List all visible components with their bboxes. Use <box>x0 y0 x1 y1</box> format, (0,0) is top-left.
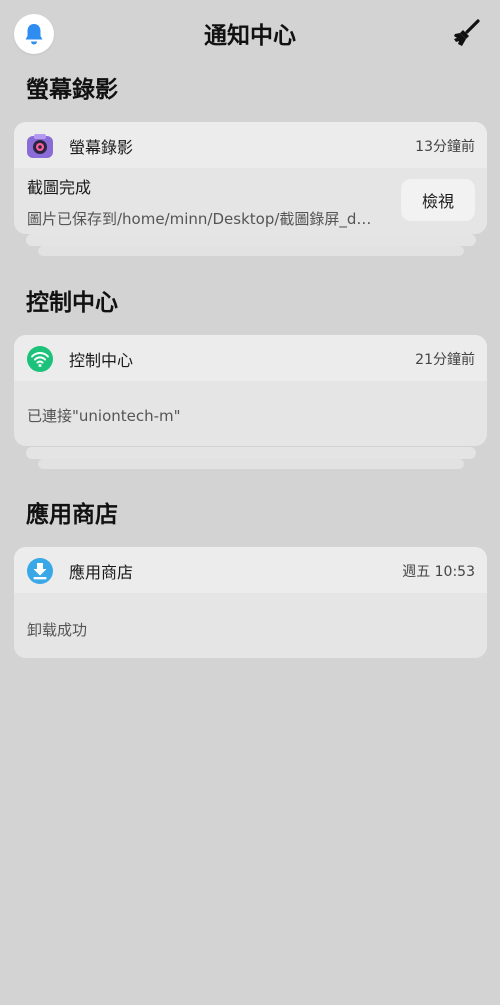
notification-time: 13分鐘前 <box>415 139 475 155</box>
app-icon <box>26 557 54 585</box>
notification-time: 週五 10:53 <box>402 564 475 580</box>
stack-layer <box>26 234 476 246</box>
app-name: 控制中心 <box>69 351 134 370</box>
notification-group-screen-recorder: 螢幕錄影 螢幕錄影 13分鐘前 截圖完成 圖片已保存到/home/minn/De… <box>0 70 500 260</box>
camera-icon <box>27 134 53 158</box>
notification-time: 21分鐘前 <box>415 352 475 368</box>
group-title: 螢幕錄影 <box>26 77 118 103</box>
notification-header: 應用商店 週五 10:53 <box>14 547 487 593</box>
app-name: 螢幕錄影 <box>69 138 134 157</box>
notification-header: 控制中心 21分鐘前 <box>14 335 487 381</box>
notification-group-app-store: 應用商店 應用商店 週五 10:53 卸载成功 <box>0 495 500 665</box>
notification-body: 卸载成功 <box>27 621 88 639</box>
clear-all-button[interactable] <box>450 16 482 52</box>
notification-card[interactable]: 控制中心 21分鐘前 已連接"uniontech-m" <box>14 335 487 446</box>
group-title: 應用商店 <box>26 502 118 528</box>
broom-icon <box>454 19 480 46</box>
wifi-icon <box>27 346 53 372</box>
stack-layer <box>38 459 464 469</box>
notification-card[interactable]: 應用商店 週五 10:53 卸载成功 <box>14 547 487 658</box>
page-title: 通知中心 <box>204 23 296 49</box>
stack-layer <box>38 246 464 256</box>
app-icon <box>26 132 54 160</box>
header: 通知中心 <box>0 0 500 70</box>
notification-summary: 截圖完成 <box>27 178 92 197</box>
group-title: 控制中心 <box>26 290 118 316</box>
download-icon <box>27 558 53 584</box>
notification-card[interactable]: 螢幕錄影 13分鐘前 截圖完成 圖片已保存到/home/minn/Desktop… <box>14 122 487 234</box>
notification-body: 已連接"uniontech-m" <box>27 407 181 425</box>
notification-body: 圖片已保存到/home/minn/Desktop/截圖錄屏_d… <box>27 210 372 228</box>
app-icon <box>26 345 54 373</box>
app-name: 應用商店 <box>69 563 134 582</box>
stack-layer <box>26 447 476 459</box>
notification-group-control-center: 控制中心 控制中心 21分鐘前 已連接"uniontech-m" <box>0 283 500 473</box>
view-button[interactable]: 檢視 <box>401 179 475 221</box>
notification-header: 螢幕錄影 13分鐘前 <box>14 122 487 168</box>
